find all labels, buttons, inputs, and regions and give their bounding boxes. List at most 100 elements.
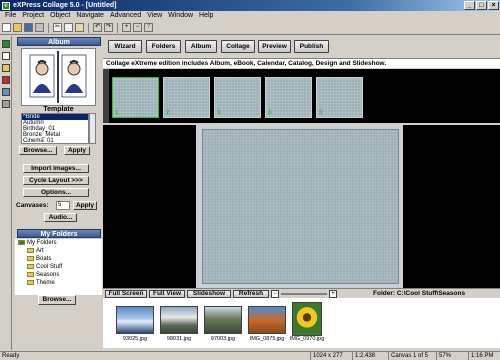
refresh-button[interactable]: Refresh: [233, 290, 269, 298]
thumb-size-slider[interactable]: [281, 293, 327, 295]
folders-browse-button[interactable]: Browse...: [38, 295, 76, 305]
status-zoom: 1:2.438: [352, 352, 386, 360]
folder-icon: [27, 256, 34, 261]
preview-button[interactable]: Preview: [258, 40, 291, 53]
full-view-button[interactable]: Full View: [149, 290, 185, 298]
menu-navigate[interactable]: Navigate: [73, 11, 107, 21]
edition-info: Collage eXtreme edition includes Album, …: [103, 58, 500, 68]
folder-cool-stuff[interactable]: Cool Stuff: [27, 264, 62, 271]
template-list[interactable]: ^Bride Autumn Birthday_01 Bronze_Metal C…: [21, 113, 89, 144]
main-area: Wizard Folders Album Collage Preview Pub…: [103, 36, 500, 350]
status-load: 57% Load: [436, 352, 466, 360]
thumbnail-image[interactable]: [116, 306, 154, 334]
print-icon[interactable]: [35, 23, 44, 32]
window-title: eXPress Collage 5.0 - [Untitled]: [13, 2, 117, 9]
zoom-out-small-icon[interactable]: −: [271, 290, 279, 298]
cut-icon[interactable]: ✂: [53, 23, 62, 32]
canvas-frame[interactable]: 2: [163, 77, 210, 118]
browse-template-button[interactable]: Browse...: [19, 146, 57, 155]
paste-icon[interactable]: [75, 23, 84, 32]
template-preview-image: [22, 49, 95, 105]
folder-root[interactable]: My Folders: [18, 240, 57, 247]
folder-tool-icon[interactable]: [2, 64, 10, 72]
thumbnail-image[interactable]: [292, 302, 322, 336]
menu-project[interactable]: Project: [19, 11, 47, 21]
folder-art[interactable]: Art: [27, 248, 44, 255]
undo-icon[interactable]: ↶: [93, 23, 102, 32]
open-icon[interactable]: [13, 23, 22, 32]
canvas-filmstrip: 1 2 3 4 5: [103, 69, 369, 123]
search-tool-icon[interactable]: [2, 88, 10, 96]
menu-object[interactable]: Object: [47, 11, 73, 21]
thumbnail-caption: IMG_0970.jpg: [289, 336, 325, 342]
status-canvas: Canvas 1 of 5: [388, 352, 434, 360]
menu-file[interactable]: File: [2, 11, 19, 21]
new-icon[interactable]: [2, 23, 11, 32]
canvas-frame[interactable]: 4: [265, 77, 312, 118]
folder-theme[interactable]: Theme: [27, 280, 55, 287]
wizard-button[interactable]: Wizard: [108, 40, 142, 53]
template-scrollbar[interactable]: [89, 113, 96, 144]
audio-button[interactable]: Audio...: [44, 213, 77, 222]
canvases-input[interactable]: 5: [56, 201, 70, 210]
template-preview: [21, 48, 96, 106]
maximize-icon[interactable]: □: [476, 1, 487, 10]
folder-root-icon: [18, 240, 25, 245]
options-button[interactable]: Options...: [23, 188, 89, 197]
title-bar: eXPress Collage 5.0 - [Untitled]: [0, 0, 500, 11]
wizard-bar: Wizard Folders Album Collage Preview Pub…: [103, 36, 500, 58]
collage-button[interactable]: Collage: [221, 40, 255, 53]
canvases-apply-button[interactable]: Apply: [73, 201, 97, 210]
close-icon[interactable]: ×: [488, 1, 499, 10]
status-bar: Ready 1024 x 277 1:2.438 Canvas 1 of 5 5…: [0, 351, 500, 360]
folder-tree: My Folders Art Boats Cool Stuff Seasons …: [15, 239, 102, 295]
menu-view[interactable]: View: [144, 11, 165, 21]
toolbar: ✂ ↶ ↷ + − ?: [0, 21, 500, 35]
save-icon[interactable]: [24, 23, 33, 32]
collage-canvas[interactable]: [202, 129, 399, 284]
cycle-layout-button[interactable]: Cycle Layout >>>: [23, 176, 89, 185]
folder-seasons[interactable]: Seasons: [27, 272, 59, 279]
menu-window[interactable]: Window: [165, 11, 196, 21]
canvas-frame[interactable]: 3: [214, 77, 261, 118]
zoom-in-small-icon[interactable]: +: [329, 290, 337, 298]
thumbnail-caption: 93025.jpg: [122, 336, 148, 342]
folder-boats[interactable]: Boats: [27, 256, 51, 263]
settings-tool-icon[interactable]: [2, 100, 10, 108]
canvas-frame[interactable]: 5: [316, 77, 363, 118]
my-folders-header: My Folders: [17, 229, 101, 238]
slideshow-button[interactable]: Slideshow: [187, 290, 231, 298]
folders-button[interactable]: Folders: [146, 40, 181, 53]
thumbnail-browser: 93025.jpg 98031.jpg 97003.jpg IMG_0875.j…: [103, 298, 500, 348]
page-tool-icon[interactable]: [2, 52, 10, 60]
zoom-in-icon[interactable]: +: [122, 23, 131, 32]
thumbnail-image[interactable]: [160, 306, 198, 334]
apply-template-button[interactable]: Apply: [64, 146, 90, 155]
minimize-icon[interactable]: _: [464, 1, 475, 10]
album-tool-icon[interactable]: [2, 40, 10, 48]
menu-help[interactable]: Help: [196, 11, 216, 21]
status-ready: Ready: [2, 353, 20, 359]
status-time: 1:16 PM: [468, 352, 500, 360]
full-screen-button[interactable]: Full Screen: [105, 290, 147, 298]
redo-icon[interactable]: ↷: [104, 23, 113, 32]
view-bar: Full Screen Full View Slideshow Refresh …: [103, 288, 500, 298]
canvases-label: Canvases:: [16, 202, 49, 209]
app-icon[interactable]: e: [2, 2, 10, 10]
filmstrip-scrollbar[interactable]: [103, 69, 109, 123]
thumbnail-image[interactable]: [204, 306, 242, 334]
copy-icon[interactable]: [64, 23, 73, 32]
zoom-out-icon[interactable]: −: [133, 23, 142, 32]
folder-icon: [27, 272, 34, 277]
import-images-button[interactable]: Import Images...: [23, 164, 89, 173]
image-tool-icon[interactable]: [2, 76, 10, 84]
publish-button[interactable]: Publish: [294, 40, 329, 53]
help-icon[interactable]: ?: [144, 23, 153, 32]
template-item[interactable]: Cinema_01: [22, 138, 88, 143]
menu-advanced[interactable]: Advanced: [107, 11, 144, 21]
canvas-frame[interactable]: 1: [112, 77, 159, 118]
thumbnail-image[interactable]: [248, 306, 286, 334]
status-size: 1024 x 277: [310, 352, 350, 360]
album-button[interactable]: Album: [185, 40, 217, 53]
thumbnail-caption: IMG_0875.jpg: [249, 336, 285, 342]
